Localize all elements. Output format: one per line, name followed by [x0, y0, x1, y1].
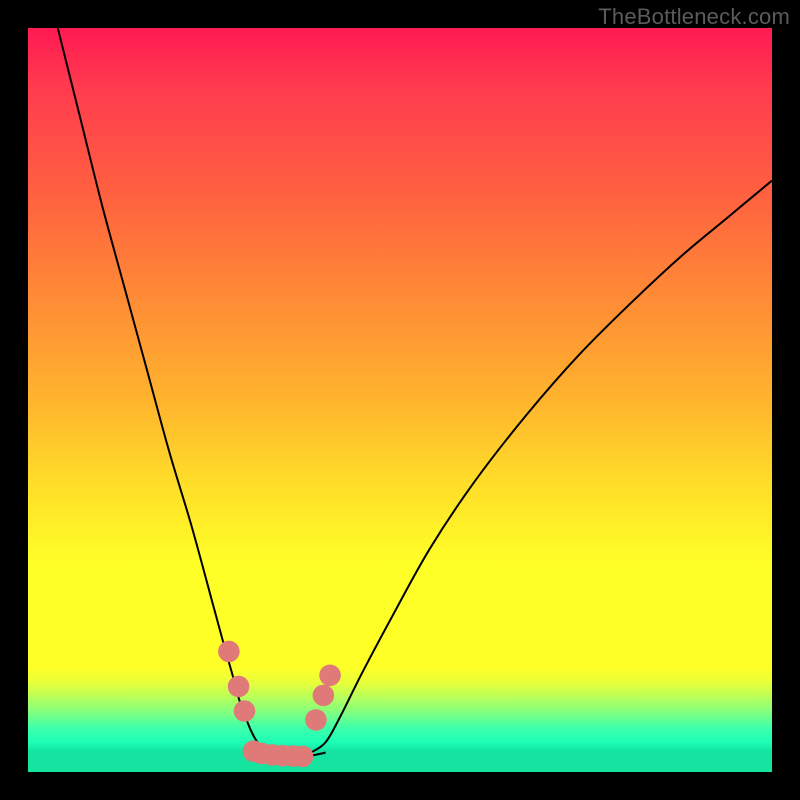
curve-group [58, 28, 772, 757]
data-marker [313, 685, 335, 707]
marker-group [218, 641, 341, 767]
curve-left-branch-curve [58, 28, 285, 757]
data-marker [319, 664, 341, 686]
data-marker [228, 676, 250, 698]
data-marker [305, 709, 327, 731]
watermark-text: TheBottleneck.com [598, 4, 790, 30]
data-marker [218, 641, 240, 663]
chart-svg [28, 28, 772, 772]
data-marker [234, 700, 256, 722]
curve-right-branch-curve [311, 181, 772, 753]
data-marker [292, 746, 314, 768]
plot-area [28, 28, 772, 772]
